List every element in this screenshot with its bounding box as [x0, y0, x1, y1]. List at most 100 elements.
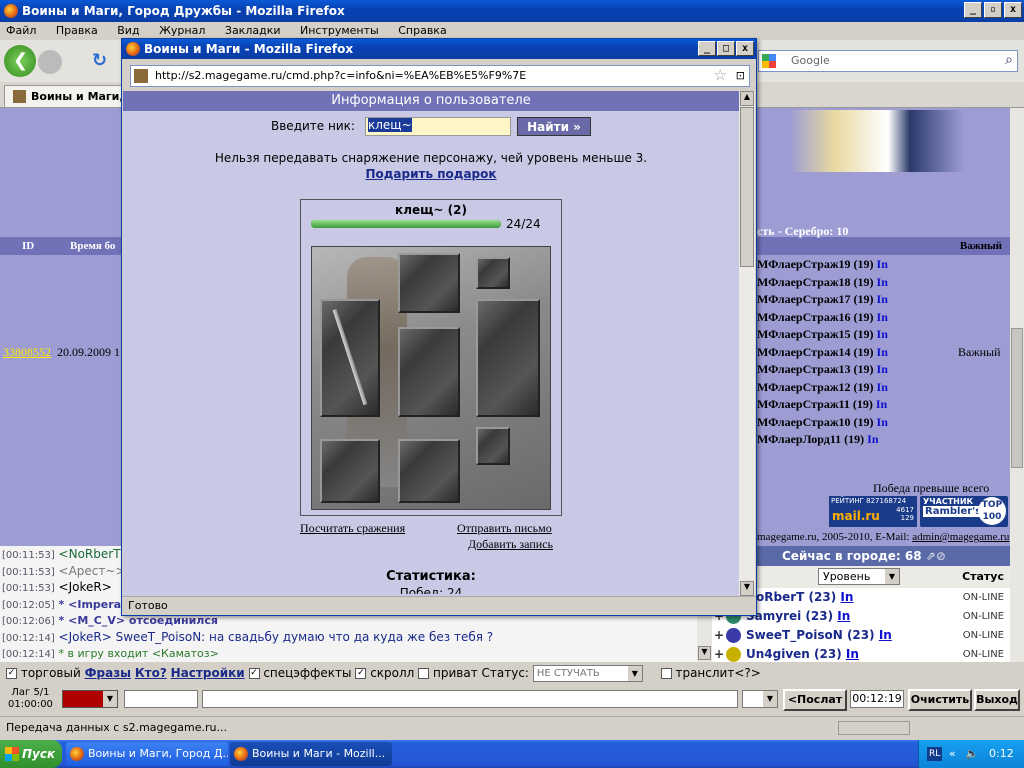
send-button[interactable]: <Послат [783, 689, 847, 711]
online-user-in-link[interactable]: In [879, 628, 892, 642]
task-main-window[interactable]: Воины и Маги, Город Д... [66, 742, 228, 766]
online-user[interactable]: NoRberT (23) In [746, 588, 853, 607]
weapon-slot[interactable] [320, 299, 380, 417]
chat-message[interactable]: <JokeR> SweeT_PoisoN: на свадьбу думаю ч… [59, 630, 494, 644]
online-user-row[interactable]: + SweeT_PoisoN (23) In ON-LINE [712, 626, 1010, 645]
popup-scroll-up-icon[interactable]: ▲ [740, 91, 754, 106]
popup-minimize-button[interactable]: _ [698, 41, 716, 56]
popup-scrollbar[interactable]: ▲ ▼ [739, 91, 755, 596]
find-button[interactable]: Найти » [517, 117, 591, 136]
add-note-link[interactable]: Добавить запись [468, 537, 553, 552]
helmet-slot[interactable] [398, 253, 460, 313]
page-info-icon[interactable]: ⊡ [736, 69, 745, 82]
forward-button[interactable] [38, 50, 62, 74]
maximize-button[interactable]: ▫ [984, 2, 1002, 18]
smiley-select[interactable]: ▼ [742, 690, 778, 708]
online-user-name[interactable]: NoRberT (23) [746, 590, 836, 604]
speaker-icon[interactable]: 🔈 [965, 740, 979, 768]
online-user-name[interactable]: SweeT_PoisoN (23) [746, 628, 875, 642]
exit-button[interactable]: Выход [974, 689, 1020, 711]
popup-url-bar[interactable]: http://s2.magegame.ru/cmd.php?c=info&ni=… [130, 65, 750, 87]
online-user[interactable]: SweeT_PoisoN (23) In [746, 626, 892, 645]
popup-scroll-thumb[interactable] [740, 107, 754, 267]
amulet-slot[interactable] [476, 257, 510, 289]
online-user-in-link[interactable]: In [837, 609, 850, 623]
refresh-icon[interactable]: ⇗⊘ [926, 549, 946, 563]
boots-slot[interactable] [398, 439, 460, 503]
menu-view[interactable]: Вид [117, 24, 139, 37]
battle-in-link[interactable]: In [877, 345, 888, 359]
battle-in-link[interactable]: In [877, 362, 888, 376]
battle-in-link[interactable]: In [877, 310, 888, 324]
count-battles-link[interactable]: Посчитать сражения [300, 521, 405, 536]
scroll-checkbox[interactable]: ✓ [355, 668, 367, 679]
nick-input[interactable]: клещ~ [365, 117, 511, 136]
battle-in-link[interactable]: In [877, 415, 888, 429]
email-link[interactable]: admin@magegame.ru [912, 531, 1009, 543]
color-select[interactable]: ▼ [62, 690, 118, 708]
clear-button[interactable]: Очистить [908, 689, 972, 711]
settings-link[interactable]: Настройки [171, 666, 245, 680]
sort-select[interactable]: Уровень ▼ [818, 568, 900, 585]
chat-message[interactable]: <Арест~> [59, 564, 126, 578]
translit-checkbox[interactable] [660, 668, 672, 679]
menu-bookmarks[interactable]: Закладки [225, 24, 281, 37]
recipient-input[interactable] [124, 690, 198, 708]
online-user-name[interactable]: Samyrei (23) [746, 609, 833, 623]
message-input[interactable] [202, 690, 738, 708]
menu-tools[interactable]: Инструменты [300, 24, 379, 37]
battle-in-link[interactable]: In [876, 397, 887, 411]
send-letter-link[interactable]: Отправить письмо [457, 521, 552, 536]
tray-expand-icon[interactable]: « [949, 740, 956, 768]
trade-checkbox[interactable]: ✓ [6, 668, 17, 679]
menu-history[interactable]: Журнал [159, 24, 205, 37]
mailru-rating-badge[interactable]: РЕЙТИНГ 827168724 mail.ru 4617 129 [829, 496, 917, 527]
chat-scroll-down[interactable]: ▼ [698, 646, 711, 660]
battle-in-link[interactable]: In [877, 380, 888, 394]
online-user-in-link[interactable]: In [840, 590, 853, 604]
search-box[interactable]: Google ⌕ [758, 50, 1018, 72]
status-select[interactable]: НЕ СТУЧАТЬ ▼ [532, 665, 643, 682]
ring-slot-left[interactable] [320, 439, 380, 503]
row-id-link[interactable]: 33808552 [3, 345, 51, 360]
chat-message[interactable]: <NoRberT [59, 547, 121, 561]
battle-in-link[interactable]: In [877, 327, 888, 341]
phrases-link[interactable]: Фразы [85, 666, 131, 680]
armor-slot[interactable] [398, 327, 460, 417]
bookmark-star-icon[interactable]: ☆ [714, 66, 727, 84]
who-link[interactable]: Кто? [135, 666, 167, 680]
battle-in-link[interactable]: In [877, 292, 888, 306]
battle-in-link[interactable]: In [867, 432, 878, 446]
effects-checkbox[interactable]: ✓ [248, 668, 260, 679]
popup-maximize-button[interactable]: □ [717, 41, 735, 56]
rambler-badge[interactable]: УЧАСТНИК Rambler's TOP 100 [920, 496, 1008, 527]
popup-scroll-down-icon[interactable]: ▼ [740, 581, 754, 596]
reload-icon[interactable]: ↻ [92, 50, 107, 71]
close-button[interactable]: x [1004, 2, 1022, 18]
gift-link[interactable]: Подарить подарок [123, 167, 739, 181]
popup-url-text[interactable]: http://s2.magegame.ru/cmd.php?c=info&ni=… [155, 69, 526, 82]
page-scrollbar-thumb[interactable] [1011, 328, 1023, 468]
menu-file[interactable]: Файл [6, 24, 36, 37]
shield-slot[interactable] [476, 299, 540, 417]
chat-message[interactable]: <JokeR> [59, 580, 112, 594]
ring-slot-right[interactable] [476, 427, 510, 465]
expand-icon[interactable]: + [714, 626, 724, 645]
online-scrollbar[interactable] [1010, 546, 1024, 662]
battle-in-link[interactable]: In [877, 257, 888, 271]
online-user-in-link[interactable]: In [846, 647, 859, 661]
back-button[interactable]: ❮ [4, 45, 36, 77]
start-button[interactable]: Пуск [0, 740, 62, 768]
minimize-button[interactable]: _ [964, 2, 982, 18]
search-input[interactable]: Google [791, 54, 830, 67]
battle-in-link[interactable]: In [877, 275, 888, 289]
chat-message[interactable]: * в игру входит <Каматоз> [59, 647, 219, 660]
language-indicator[interactable]: RL [927, 747, 943, 761]
popup-close-button[interactable]: x [736, 41, 754, 56]
page-scrollbar[interactable] [1010, 108, 1024, 546]
online-user-name[interactable]: Un4given (23) [746, 647, 842, 661]
menu-edit[interactable]: Правка [56, 24, 98, 37]
task-popup-window[interactable]: Воины и Маги - Mozill... [230, 742, 392, 766]
private-checkbox[interactable] [418, 668, 430, 679]
online-user[interactable]: Samyrei (23) In [746, 607, 850, 626]
